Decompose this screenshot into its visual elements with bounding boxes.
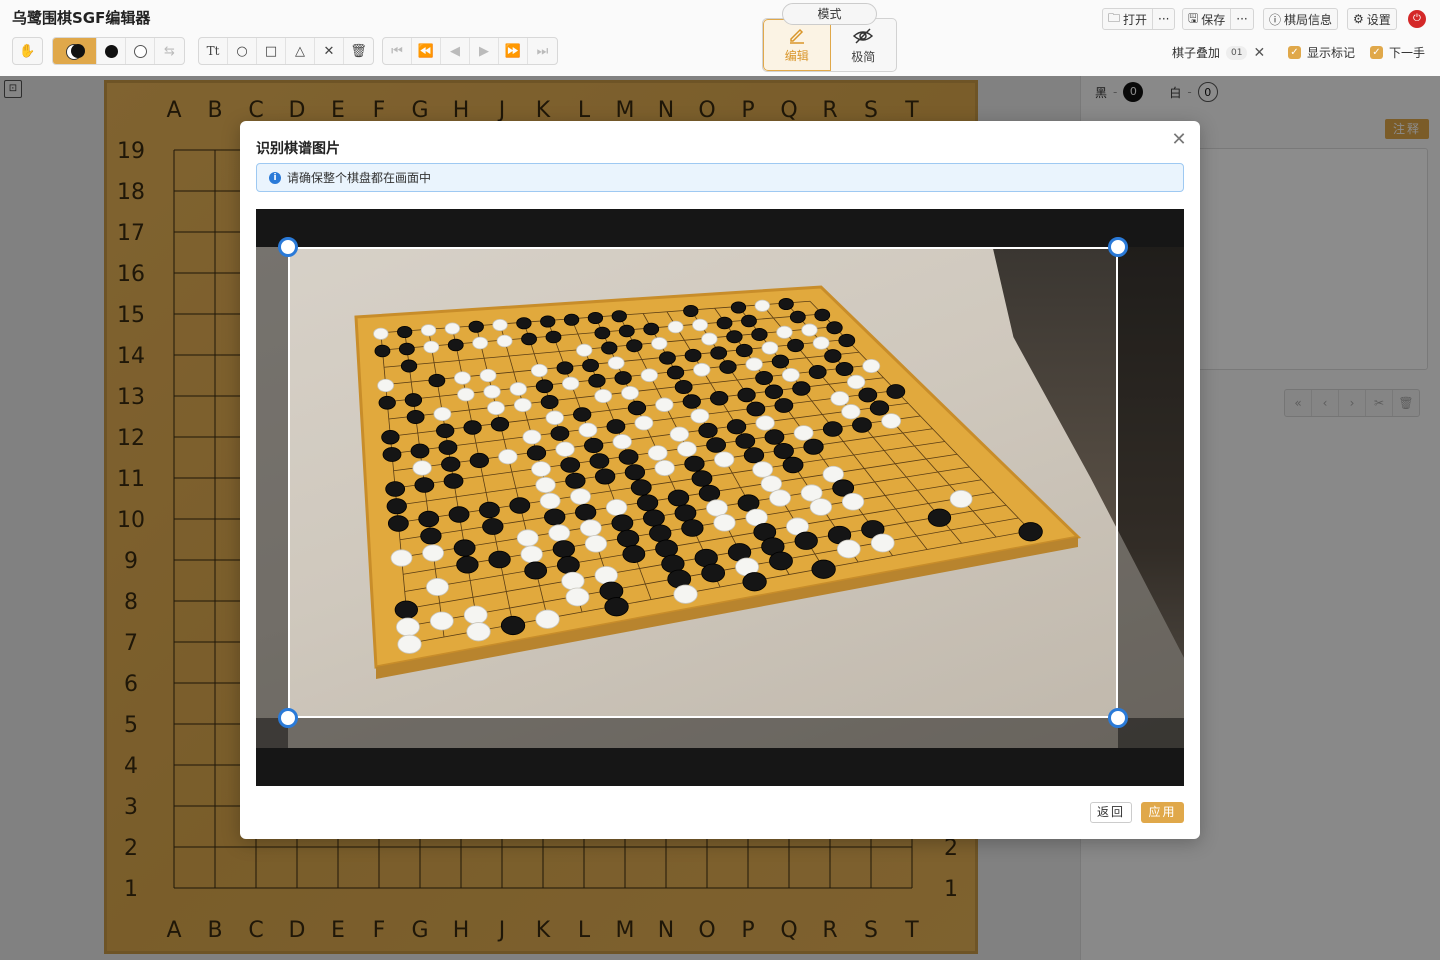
next-move-button[interactable]: ▶ — [470, 38, 499, 64]
triangle-icon: △ — [295, 43, 305, 59]
black-stone-icon — [104, 44, 118, 58]
stone-overlay-value[interactable]: 01 — [1226, 45, 1248, 60]
fast-back-button[interactable]: ⏪ — [412, 38, 441, 64]
back-icon: ◀ — [450, 43, 460, 59]
game-info-button[interactable]: ⓘ 棋局信息 — [1263, 8, 1339, 30]
cross-icon: ✕ — [323, 43, 335, 59]
open-more-button[interactable]: ··· — [1152, 9, 1174, 29]
swap-button[interactable]: ⇆ — [155, 38, 184, 64]
markup-tool-group: Tt ○ □ △ ✕ 🗑 — [198, 37, 374, 65]
mode-switch: 编辑 极简 — [762, 18, 897, 72]
pencil-icon — [789, 28, 804, 44]
gear-icon: ⚙ — [1353, 12, 1364, 26]
info-alert: i 请确保整个棋盘都在画面中 — [256, 163, 1184, 192]
white-stone-button[interactable] — [126, 38, 155, 64]
apply-button[interactable]: 应用 — [1141, 802, 1184, 823]
checkbox-icon[interactable]: ✓ — [1288, 46, 1301, 59]
open-button[interactable]: 🗀 打开 — [1103, 9, 1152, 29]
save-button[interactable]: 🖫 保存 — [1183, 9, 1230, 29]
close-icon[interactable]: ✕ — [1253, 45, 1265, 61]
mode-label: 模式 — [782, 3, 877, 25]
info-circle-icon: ⓘ — [1269, 12, 1282, 27]
move-nav-group: ⏮ ⏪ ◀ ▶ ⏩ ⏭ — [382, 37, 558, 65]
hand-tool-button[interactable]: ✋ — [13, 38, 42, 64]
crop-handle-bottom-right[interactable] — [1108, 708, 1128, 728]
crop-handle-bottom-left[interactable] — [278, 708, 298, 728]
open-label: 打开 — [1123, 12, 1148, 27]
triangle-mark-button[interactable]: △ — [286, 38, 315, 64]
save-more-button[interactable]: ··· — [1230, 9, 1252, 29]
alternate-stone-button[interactable] — [53, 38, 97, 64]
hand-tool-group: ✋ — [12, 37, 43, 65]
crop-handle-top-left[interactable] — [278, 237, 298, 257]
crop-mask-left — [256, 247, 288, 748]
save-button-group: 🖫 保存 ··· — [1182, 8, 1254, 30]
save-label: 保存 — [1201, 12, 1226, 27]
recognize-image-dialog: 识别棋谱图片 ✕ i 请确保整个棋盘都在画面中 返回 应用 — [240, 121, 1200, 839]
last-move-button[interactable]: ⏭ — [528, 38, 557, 64]
forward-icon: ▶ — [479, 43, 489, 59]
trash-icon: 🗑 — [350, 43, 367, 59]
close-icon[interactable]: ✕ — [1170, 131, 1188, 149]
eye-off-icon — [853, 28, 874, 44]
show-marks-option[interactable]: ✓ 显示标记 — [1288, 44, 1355, 61]
more-label: ··· — [1158, 12, 1170, 26]
stone-overlay-option: 棋子叠加 01 ✕ — [1172, 44, 1265, 61]
square-mark-button[interactable]: □ — [257, 38, 286, 64]
white-stone-icon — [133, 44, 147, 58]
dialog-title: 识别棋谱图片 — [256, 141, 340, 157]
back-button[interactable]: 返回 — [1090, 802, 1132, 823]
skip-start-icon: ⏮ — [391, 43, 403, 59]
stone-overlay-label: 棋子叠加 — [1172, 46, 1221, 60]
settings-label: 设置 — [1366, 12, 1391, 27]
text-icon: Tt — [206, 44, 220, 58]
minimal-mode-label: 极简 — [851, 50, 876, 64]
next-move-label: 下一手 — [1389, 46, 1426, 60]
open-button-group: 🗀 打开 ··· — [1102, 8, 1176, 30]
circle-mark-button[interactable]: ○ — [228, 38, 257, 64]
crop-mask-bottom — [256, 718, 1184, 748]
top-toolbar: 乌鹭围棋SGF编辑器 ✋ ⇆ Tt ○ □ △ ✕ 🗑 ⏮ ⏪ ◀ ▶ ⏩ ⏭ … — [0, 0, 1440, 76]
first-move-button[interactable]: ⏮ — [383, 38, 412, 64]
checkbox-icon[interactable]: ✓ — [1370, 46, 1383, 59]
info-icon: i — [269, 171, 281, 184]
square-icon: □ — [264, 43, 278, 59]
fast-forward-icon: ⏩ — [504, 43, 522, 59]
fast-forward-button[interactable]: ⏩ — [499, 38, 528, 64]
circle-icon: ○ — [236, 43, 248, 59]
edit-mode-label: 编辑 — [784, 49, 809, 63]
app-title: 乌鹭围棋SGF编辑器 — [12, 9, 151, 27]
minimal-mode-button[interactable]: 极简 — [831, 19, 897, 71]
stone-tool-group: ⇆ — [52, 37, 185, 65]
more-label: ··· — [1236, 12, 1248, 26]
text-mark-button[interactable]: Tt — [199, 38, 228, 64]
cross-mark-button[interactable]: ✕ — [315, 38, 344, 64]
delete-mark-button[interactable]: 🗑 — [344, 38, 373, 64]
crop-rectangle[interactable] — [288, 247, 1118, 718]
alternate-stone-icon — [65, 44, 85, 60]
hand-icon: ✋ — [19, 43, 36, 59]
swap-icon: ⇆ — [164, 43, 175, 59]
skip-end-icon: ⏭ — [536, 43, 549, 59]
image-cropper[interactable] — [256, 209, 1184, 786]
show-marks-label: 显示标记 — [1307, 46, 1356, 60]
edit-mode-button[interactable]: 编辑 — [763, 19, 831, 71]
fast-back-icon: ⏪ — [417, 43, 435, 59]
settings-button[interactable]: ⚙ 设置 — [1347, 8, 1397, 30]
info-text: 请确保整个棋盘都在画面中 — [287, 171, 432, 185]
crop-mask-right — [1118, 247, 1184, 748]
power-icon[interactable]: ⏻ — [1408, 10, 1426, 28]
prev-move-button[interactable]: ◀ — [441, 38, 470, 64]
crop-handle-top-right[interactable] — [1108, 237, 1128, 257]
next-move-option[interactable]: ✓ 下一手 — [1370, 44, 1425, 61]
folder-icon: 🗀 — [1108, 10, 1121, 25]
black-stone-button[interactable] — [97, 38, 126, 64]
save-icon: 🖫 — [1188, 10, 1199, 25]
game-info-label: 棋局信息 — [1284, 12, 1333, 27]
